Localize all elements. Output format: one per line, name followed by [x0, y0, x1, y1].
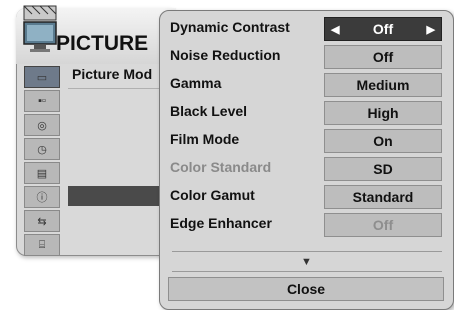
row-value[interactable]: On: [324, 129, 442, 153]
row-label: Gamma: [170, 75, 222, 91]
row-label: Color Standard: [170, 159, 272, 175]
row-value: Off: [372, 21, 394, 37]
row-value[interactable]: Medium: [324, 73, 442, 97]
menu-separator: [68, 88, 172, 89]
info-icon[interactable]: ⓘ: [24, 186, 60, 208]
left-arrow-icon[interactable]: ◀: [331, 23, 339, 36]
option-icon[interactable]: ▤: [24, 162, 60, 184]
row-label: Dynamic Contrast: [170, 19, 290, 35]
input-icon[interactable]: ⇆: [24, 210, 60, 232]
row-label: Black Level: [170, 103, 248, 119]
row-dynamic-contrast[interactable]: Dynamic Contrast ◀ Off ▶: [168, 15, 448, 43]
row-edge-enhancer[interactable]: Edge Enhancer Off: [168, 211, 448, 239]
scroll-down-icon[interactable]: ▼: [160, 256, 453, 268]
row-label: Edge Enhancer: [170, 215, 272, 231]
row-value[interactable]: Standard: [324, 185, 442, 209]
row-value[interactable]: Off: [324, 45, 442, 69]
right-arrow-icon[interactable]: ▶: [427, 23, 435, 36]
menu-icon-column: ▭ ▪▫ ◎ ◷ ▤ ⓘ ⇆ ⌸: [24, 66, 60, 256]
row-value[interactable]: High: [324, 101, 442, 125]
row-color-standard[interactable]: Color Standard SD: [168, 155, 448, 183]
row-label: Film Mode: [170, 131, 240, 147]
divider: [172, 251, 442, 252]
row-value[interactable]: Off: [324, 213, 442, 237]
time-icon[interactable]: ◎: [24, 114, 60, 136]
picture-icon[interactable]: ▭: [24, 66, 60, 88]
row-noise-reduction[interactable]: Noise Reduction Off: [168, 43, 448, 71]
row-label: Color Gamut: [170, 187, 255, 203]
divider: [172, 271, 442, 272]
row-color-gamut[interactable]: Color Gamut Standard: [168, 183, 448, 211]
row-value[interactable]: SD: [324, 157, 442, 181]
close-button[interactable]: Close: [168, 277, 444, 301]
picture-tv-icon: [23, 5, 57, 52]
value-selector[interactable]: ◀ Off ▶: [324, 17, 442, 41]
clock-icon[interactable]: ◷: [24, 138, 60, 160]
advanced-picture-popup: Dynamic Contrast ◀ Off ▶ Noise Reduction…: [159, 10, 454, 310]
usb-icon[interactable]: ⌸: [24, 234, 60, 256]
picture-mode-item[interactable]: Picture Mod: [72, 66, 152, 82]
menu-highlight-bar: [68, 186, 172, 206]
audio-icon[interactable]: ▪▫: [24, 90, 60, 112]
row-black-level[interactable]: Black Level High: [168, 99, 448, 127]
row-gamma[interactable]: Gamma Medium: [168, 71, 448, 99]
picture-menu-title: PICTURE: [56, 32, 149, 55]
row-label: Noise Reduction: [170, 47, 281, 63]
row-film-mode[interactable]: Film Mode On: [168, 127, 448, 155]
